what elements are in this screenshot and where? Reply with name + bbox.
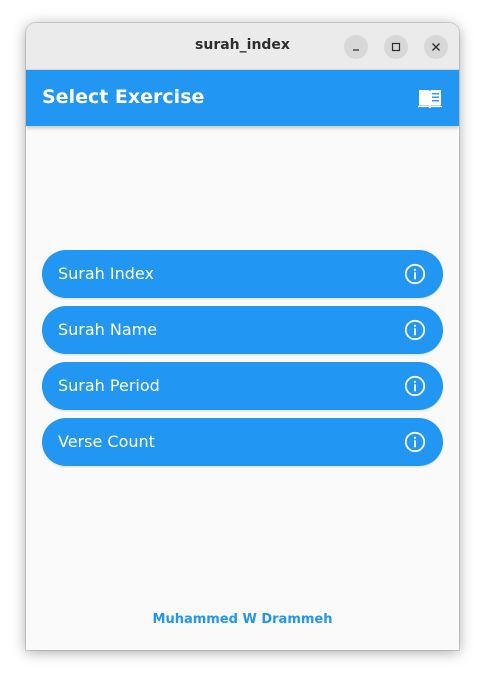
app-bar: Select Exercise bbox=[26, 70, 459, 126]
surah-period-button[interactable]: Surah Period bbox=[42, 362, 443, 410]
maximize-icon bbox=[391, 42, 401, 52]
button-label: Surah Period bbox=[58, 376, 160, 395]
minimize-icon bbox=[353, 49, 359, 51]
button-label: Surah Name bbox=[58, 320, 158, 339]
button-label: Surah Index bbox=[58, 264, 154, 283]
surah-name-button[interactable]: Surah Name bbox=[42, 306, 443, 354]
page-title: Select Exercise bbox=[42, 86, 205, 108]
minimize-button[interactable] bbox=[344, 35, 368, 59]
surah-index-button[interactable]: Surah Index bbox=[42, 250, 443, 298]
book-icon[interactable] bbox=[418, 87, 442, 109]
info-icon[interactable] bbox=[404, 431, 426, 453]
maximize-button[interactable] bbox=[384, 35, 408, 59]
close-icon bbox=[432, 43, 440, 51]
close-button[interactable] bbox=[424, 35, 448, 59]
verse-count-button[interactable]: Verse Count bbox=[42, 418, 443, 466]
button-label: Verse Count bbox=[58, 432, 155, 451]
window-titlebar[interactable]: surah_index bbox=[26, 23, 459, 70]
info-icon[interactable] bbox=[404, 375, 426, 397]
info-icon[interactable] bbox=[404, 319, 426, 341]
info-icon[interactable] bbox=[404, 263, 426, 285]
author-credit: Muhammed W Drammeh bbox=[152, 612, 333, 627]
app-window: surah_index Select Exercise Surah Index … bbox=[26, 23, 459, 650]
